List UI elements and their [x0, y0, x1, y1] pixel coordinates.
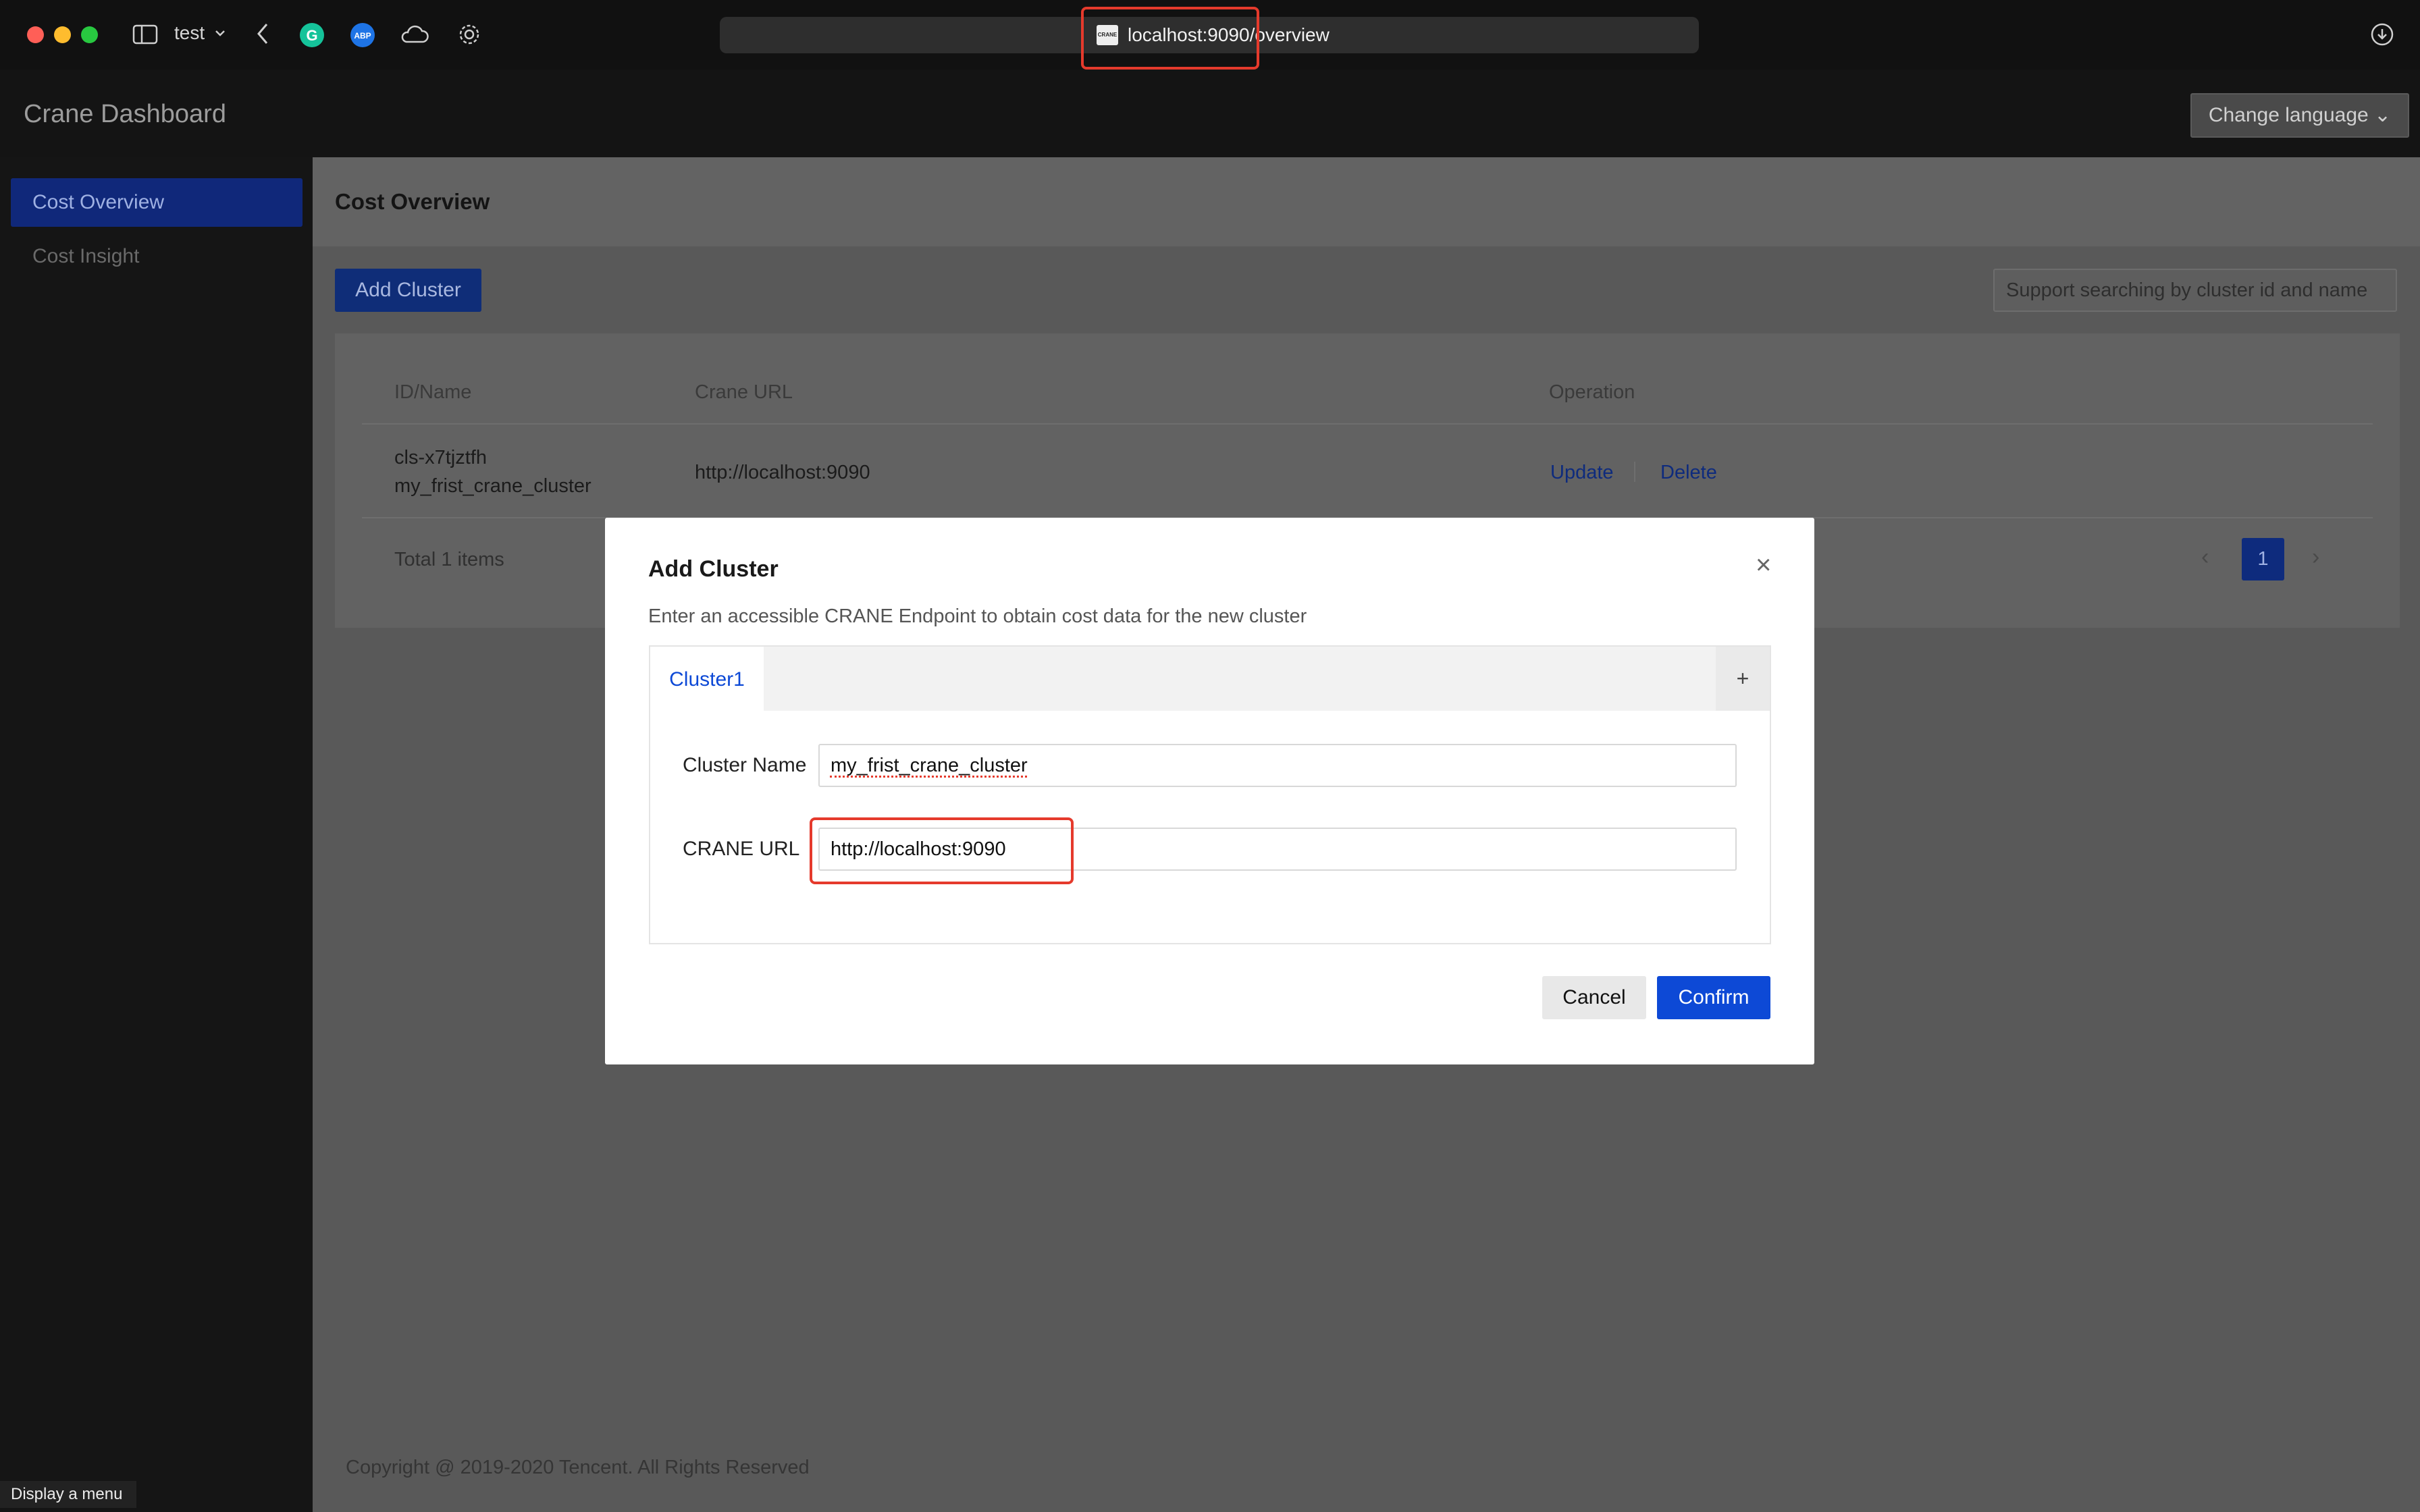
- page-title: Cost Overview: [335, 189, 490, 214]
- sidebar-toggle-icon[interactable]: [132, 24, 158, 45]
- cluster-name-label: Cluster Name: [683, 754, 807, 776]
- cluster-name-input[interactable]: my_frist_crane_cluster: [818, 744, 1737, 787]
- change-language-label: Change language: [2208, 104, 2369, 126]
- chevron-down-icon: ⌄: [2374, 104, 2392, 126]
- svg-text:ABP: ABP: [354, 31, 371, 40]
- sidebar-item-cost-insight[interactable]: Cost Insight: [11, 232, 302, 281]
- add-tab-button[interactable]: +: [1716, 647, 1770, 711]
- back-arrow-icon[interactable]: [255, 22, 270, 46]
- tab-cluster1[interactable]: Cluster1: [650, 647, 764, 712]
- app-title: Crane Dashboard: [24, 100, 226, 128]
- tab-strip: [650, 647, 1770, 711]
- dialog-title: Add Cluster: [648, 556, 779, 582]
- footer-copyright: Copyright @ 2019-2020 Tencent. All Right…: [346, 1457, 810, 1478]
- sidebar: [0, 157, 313, 1512]
- download-icon[interactable]: [2371, 23, 2394, 46]
- profile-label[interactable]: test: [174, 22, 205, 44]
- update-link[interactable]: Update: [1550, 462, 1614, 484]
- table-total: Total 1 items: [394, 549, 504, 570]
- cluster-search-input[interactable]: Support searching by cluster id and name: [1993, 269, 2397, 312]
- app-header: [0, 70, 2420, 157]
- delete-link[interactable]: Delete: [1660, 462, 1717, 484]
- cluster-url: http://localhost:9090: [695, 462, 870, 483]
- display-menu-tooltip: Display a menu: [0, 1481, 136, 1508]
- crane-url-label: CRANE URL: [683, 838, 800, 860]
- cluster-id: cls-x7tjztfh: [394, 447, 487, 468]
- action-divider: [1634, 462, 1635, 482]
- column-header-id-name: ID/Name: [394, 381, 472, 403]
- svg-text:G: G: [306, 27, 317, 44]
- column-header-operation: Operation: [1549, 381, 1635, 403]
- url-highlight-box: [1081, 7, 1259, 70]
- dialog-description: Enter an accessible CRANE Endpoint to ob…: [648, 605, 1307, 627]
- spellcheck-underline: [830, 775, 1027, 778]
- url-input-highlight-box: [810, 817, 1074, 884]
- sidebar-item-cost-overview[interactable]: Cost Overview: [11, 178, 302, 227]
- change-language-button[interactable]: Change language ⌄: [2190, 93, 2409, 138]
- pagination-page[interactable]: 1: [2242, 538, 2284, 580]
- cloud-icon[interactable]: [400, 24, 429, 45]
- column-header-crane-url: Crane URL: [695, 381, 793, 403]
- table-header-divider: [362, 423, 2373, 425]
- window-minimize-button[interactable]: [54, 26, 71, 43]
- gear-icon[interactable]: [457, 22, 481, 47]
- prev-page-icon[interactable]: ‹: [2201, 544, 2209, 570]
- next-page-icon[interactable]: ›: [2312, 544, 2319, 570]
- confirm-button[interactable]: Confirm: [1657, 976, 1770, 1019]
- page-header: [313, 157, 2420, 246]
- window-maximize-button[interactable]: [81, 26, 98, 43]
- cluster-name: my_frist_crane_cluster: [394, 475, 591, 497]
- chevron-down-icon[interactable]: [215, 28, 226, 36]
- close-icon[interactable]: ×: [1756, 550, 1771, 580]
- adblock-icon[interactable]: ABP: [350, 22, 375, 48]
- grammarly-icon[interactable]: G: [299, 22, 325, 48]
- add-cluster-button[interactable]: Add Cluster: [335, 269, 481, 312]
- window-close-button[interactable]: [27, 26, 44, 43]
- cancel-button[interactable]: Cancel: [1542, 976, 1646, 1019]
